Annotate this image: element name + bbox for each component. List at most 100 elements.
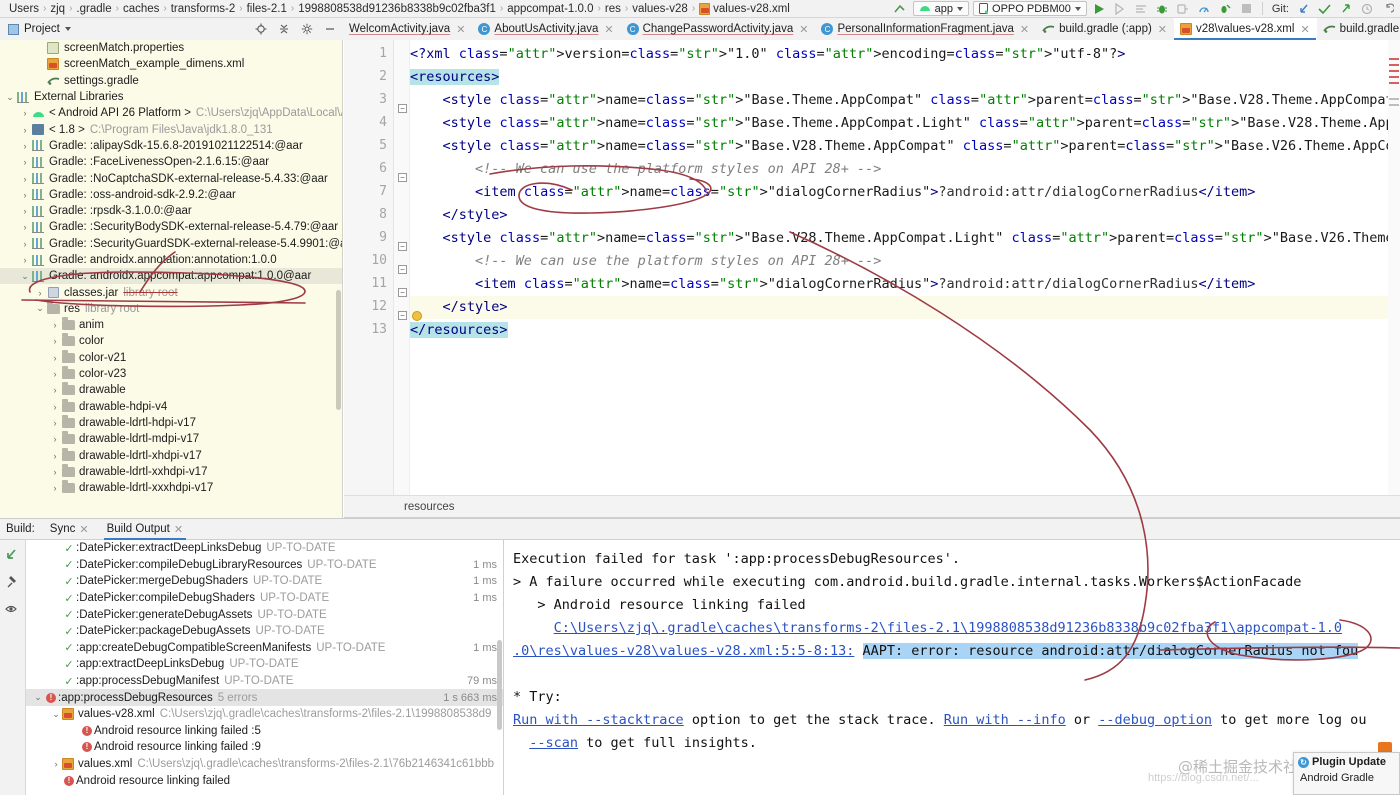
build-tree-scrollbar[interactable] (497, 640, 502, 730)
tree-row[interactable]: › Gradle: :NoCaptchaSDK-external-release-… (0, 170, 342, 186)
build-output-row[interactable]: ✓:DatePicker:extractDeepLinksDebug UP-TO-… (26, 540, 503, 557)
build-output-row[interactable]: ⌄ values-v28.xml C:\Users\zjq\.gradle\cach… (26, 706, 503, 723)
tree-row[interactable]: › drawable-hdpi-v4 (0, 398, 342, 415)
fold-marker[interactable]: − (398, 288, 407, 297)
fold-marker[interactable]: − (398, 173, 407, 182)
tree-row[interactable]: ⌄ Gradle: androidx.appcompat:appcompat:1.… (0, 268, 342, 285)
help-link[interactable]: Run with --stacktrace (513, 712, 684, 728)
chevron-down-icon[interactable]: ⌄ (50, 709, 62, 720)
editor-tab-build-gradle-shian[interactable]: build.gradle (shian_hi_tec (1317, 18, 1400, 40)
close-icon[interactable]: ✕ (1020, 23, 1029, 36)
chevron-right-icon[interactable]: › (34, 76, 46, 86)
tree-row[interactable]: › drawable-ldrtl-xhdpi-v17 (0, 447, 342, 463)
build-output-tree[interactable]: ✓:DatePicker:extractDeepLinksDebug UP-TO-… (26, 540, 504, 795)
chevron-right-icon[interactable]: › (49, 336, 61, 346)
build-output-row[interactable]: ⌄!:app:processDebugResources 5 errors 1 s … (26, 689, 503, 706)
tree-row[interactable]: › color (0, 333, 342, 349)
chevron-right-icon[interactable]: › (49, 483, 61, 493)
help-link[interactable]: --scan (529, 735, 578, 751)
chevron-right-icon[interactable]: › (49, 385, 61, 395)
chevron-down-icon[interactable]: ⌄ (34, 303, 46, 314)
close-icon[interactable]: ✕ (174, 523, 183, 536)
git-push-icon[interactable] (1337, 1, 1354, 17)
close-icon[interactable]: ✕ (456, 23, 465, 36)
breadcrumb-item[interactable]: 1998808538d91236b8338b9c02fba3f1 (295, 3, 499, 15)
editor-tab-aboutusactivity[interactable]: C AboutUsActivity.java ✕ (472, 18, 620, 40)
breadcrumb-item[interactable]: Users (6, 3, 42, 15)
build-tab-sync[interactable]: Sync ✕ (47, 519, 92, 540)
restart-icon[interactable] (4, 546, 21, 562)
chevron-right-icon[interactable]: › (50, 759, 62, 769)
coverage-icon[interactable] (1112, 1, 1129, 17)
chevron-right-icon[interactable]: › (49, 369, 61, 379)
tree-row[interactable]: › Gradle: :alipaySdk-15.6.8-2019102112251… (0, 138, 342, 154)
breadcrumb-item[interactable]: caches (120, 3, 162, 15)
chevron-right-icon[interactable]: › (19, 255, 31, 265)
intention-bulb-icon[interactable] (412, 311, 422, 321)
tree-row[interactable]: › screenMatch.properties (0, 40, 342, 56)
tree-row[interactable]: › drawable-ldrtl-xxhdpi-v17 (0, 463, 342, 480)
tree-row[interactable]: › drawable-ldrtl-xxxhdpi-v17 (0, 480, 342, 496)
build-output-row[interactable]: ✓:DatePicker:compileDebugShaders UP-TO-DA… (26, 590, 503, 607)
tree-row[interactable]: › drawable-ldrtl-mdpi-v17 (0, 431, 342, 447)
chevron-right-icon[interactable]: › (49, 353, 61, 363)
tree-row[interactable]: › drawable (0, 382, 342, 398)
code-line[interactable]: <?xml class="attr">version=class="str">"… (410, 43, 1125, 66)
chevron-right-icon[interactable]: › (34, 59, 46, 69)
build-output-row[interactable]: ✓:DatePicker:mergeDebugShaders UP-TO-DATE… (26, 573, 503, 590)
editor-breadcrumb-label[interactable]: resources (404, 501, 455, 513)
chevron-right-icon[interactable]: › (49, 418, 61, 428)
breadcrumb-item[interactable]: .gradle (73, 3, 114, 15)
tree-row[interactable]: › anim (0, 317, 342, 333)
pin-icon[interactable] (4, 574, 21, 590)
chevron-right-icon[interactable]: › (49, 434, 61, 444)
code-line[interactable]: <!-- We can use the platform styles on A… (410, 250, 881, 273)
plugin-update-popup[interactable]: ↻ Plugin Update Android Gradle (1293, 752, 1400, 795)
undo-icon[interactable] (1379, 1, 1396, 17)
breadcrumb-item[interactable]: res (602, 3, 624, 15)
git-commit-icon[interactable] (1316, 1, 1333, 17)
code-line[interactable]: </resources> (410, 319, 508, 342)
chevron-right-icon[interactable]: › (19, 125, 31, 135)
error-path-link[interactable]: .0\res\values-v28\values-v28.xml:5:5-8:1… (513, 643, 854, 659)
module-selector[interactable]: app (912, 1, 970, 16)
tree-row[interactable]: ⌄ res library root (0, 300, 342, 317)
chevron-right-icon[interactable]: › (19, 157, 31, 167)
chevron-down-icon[interactable]: ⌄ (19, 271, 31, 282)
tree-row[interactable]: › Gradle: :SecurityBodySDK-external-relea… (0, 219, 342, 235)
chevron-right-icon[interactable]: › (19, 174, 31, 184)
tree-row[interactable]: › Gradle: :oss-android-sdk-2.9.2:@aar (0, 187, 342, 203)
chevron-down-icon[interactable] (64, 27, 71, 31)
locate-icon[interactable] (252, 21, 269, 37)
run-icon[interactable] (1091, 1, 1108, 17)
help-link[interactable]: --debug option (1098, 712, 1212, 728)
chevron-right-icon[interactable]: › (19, 190, 31, 200)
close-icon[interactable]: ✕ (604, 23, 613, 36)
code-line[interactable]: <item class="attr">name=class="str">"dia… (410, 273, 1255, 296)
tree-row[interactable]: › Gradle: androidx.annotation:annotation:… (0, 252, 342, 268)
code-line[interactable]: <style class="attr">name=class="str">"Ba… (410, 112, 1400, 135)
profile-icon[interactable] (1133, 1, 1150, 17)
code-line[interactable]: <style class="attr">name=class="str">"Ba… (410, 135, 1400, 158)
chevron-right-icon[interactable]: › (49, 402, 61, 412)
code-line[interactable]: <!-- We can use the platform styles on A… (410, 158, 881, 181)
tree-row[interactable]: › Gradle: :SecurityGuardSDK-external-rele… (0, 236, 343, 252)
build-output-row[interactable]: ✓:DatePicker:packageDebugAssets UP-TO-DAT… (26, 623, 503, 640)
tree-scrollbar[interactable] (336, 290, 341, 410)
apply-changes-icon[interactable] (1217, 1, 1234, 17)
tree-row[interactable]: › color-v21 (0, 349, 342, 366)
editor-fold-column[interactable]: − − − − − − (394, 40, 410, 495)
breadcrumb-item[interactable]: appcompat-1.0.0 (504, 3, 596, 15)
editor-tab-build-gradle-app[interactable]: build.gradle (:app) ✕ (1036, 18, 1174, 40)
editor-tab-personalinformationfragment[interactable]: C PersonalInformationFragment.java ✕ (815, 18, 1036, 40)
help-link[interactable]: Run with --info (944, 712, 1066, 728)
collapse-all-icon[interactable] (275, 21, 292, 37)
fold-marker[interactable]: − (398, 104, 407, 113)
fold-marker[interactable]: − (398, 311, 407, 320)
build-output-row[interactable]: ✓:DatePicker:generateDebugAssets UP-TO-DA… (26, 606, 503, 623)
chevron-right-icon[interactable]: › (19, 141, 31, 151)
sync-arrow-icon[interactable] (892, 1, 909, 17)
breadcrumb-item[interactable]: zjq (47, 3, 68, 15)
build-output-row[interactable]: ✓:DatePicker:compileDebugLibraryResource… (26, 557, 503, 574)
tree-row[interactable]: › < Android API 26 Platform > C:\Users\zjq… (0, 105, 343, 121)
